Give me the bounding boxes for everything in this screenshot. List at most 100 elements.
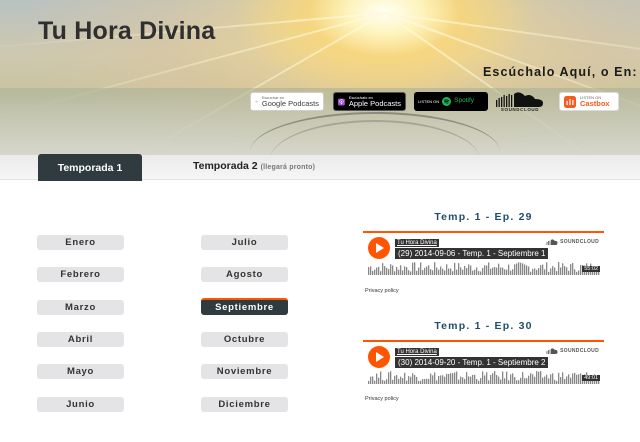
waveform-bar	[412, 373, 414, 384]
waveform-bar	[518, 262, 520, 275]
waveform-bar	[402, 270, 404, 275]
waveform-bar	[484, 265, 486, 275]
waveform-bar	[512, 373, 514, 384]
waveform-bar	[420, 380, 422, 384]
waveform-bar	[552, 373, 554, 384]
waveform-bar	[482, 371, 484, 384]
waveform-bar	[468, 376, 470, 384]
waveform[interactable]	[368, 261, 601, 275]
month-button-octubre[interactable]: Octubre	[201, 332, 288, 347]
player-brand: SOUNDCLOUD	[560, 348, 599, 354]
waveform-bar	[486, 265, 488, 275]
waveform-bar	[404, 372, 406, 384]
tab-temporada-2[interactable]: Temporada 2 (llegará pronto)	[193, 160, 315, 172]
waveform-bar	[450, 373, 452, 384]
waveform-bar	[406, 380, 408, 384]
soundcloud-player: Tu Hora Divina (30) 2014-09-20 - Temp. 1…	[363, 340, 604, 385]
waveform-bar	[554, 267, 556, 275]
waveform-bar	[566, 267, 568, 275]
waveform-bar	[412, 262, 414, 275]
waveform-bar	[548, 378, 550, 384]
month-button-noviembre[interactable]: Noviembre	[201, 364, 288, 379]
waveform-bar	[580, 373, 582, 384]
soundcloud-badge[interactable]: SOUNDCLOUD	[494, 90, 546, 113]
waveform-bar	[414, 375, 416, 384]
waveform-bar	[472, 270, 474, 275]
waveform-bar	[574, 372, 576, 384]
waveform-bar	[494, 267, 496, 275]
waveform-bar	[480, 271, 482, 275]
month-button-abril[interactable]: Abril	[37, 332, 124, 347]
month-button-mayo[interactable]: Mayo	[37, 364, 124, 379]
waveform-bar	[380, 371, 382, 384]
tab-temporada-1[interactable]: Temporada 1	[38, 154, 142, 181]
waveform-bar	[448, 268, 450, 275]
waveform-bar	[494, 371, 496, 384]
tab-label: Temporada 2	[193, 160, 258, 172]
month-button-diciembre[interactable]: Diciembre	[201, 397, 288, 412]
waveform-bar	[472, 374, 474, 384]
waveform-bar	[498, 263, 500, 275]
player-soundcloud-logo[interactable]: SOUNDCLOUD	[546, 348, 599, 354]
month-button-septiembre[interactable]: Septiembre	[201, 298, 288, 315]
waveform-bar	[478, 271, 480, 275]
spotify-badge[interactable]: LISTEN ON Spotify	[414, 92, 488, 111]
waveform[interactable]	[368, 370, 601, 384]
waveform-bar	[526, 265, 528, 275]
month-button-enero[interactable]: Enero	[37, 235, 124, 250]
player-soundcloud-logo[interactable]: SOUNDCLOUD	[546, 239, 599, 245]
waveform-bar	[438, 375, 440, 384]
play-button[interactable]	[368, 346, 390, 368]
badge-big-text: Spotify	[454, 97, 474, 105]
play-button[interactable]	[368, 237, 390, 259]
waveform-bar	[468, 264, 470, 275]
spotify-icon	[442, 97, 452, 106]
waveform-bar	[516, 263, 518, 275]
month-button-febrero[interactable]: Febrero	[37, 267, 124, 282]
waveform-bar	[562, 263, 564, 275]
waveform-bar	[408, 376, 410, 384]
waveform-bar	[510, 270, 512, 275]
waveform-bar	[504, 269, 506, 275]
waveform-bar	[436, 380, 438, 384]
waveform-bar	[430, 269, 432, 275]
waveform-bar	[436, 267, 438, 275]
waveform-bar	[376, 267, 378, 275]
month-button-agosto[interactable]: Agosto	[201, 267, 288, 282]
sun-ray	[384, 12, 640, 73]
waveform-bar	[368, 380, 370, 384]
player-track-title[interactable]: (30) 2014-09-20 - Temp. 1 - Septiembre 2	[395, 357, 549, 368]
waveform-bar	[544, 376, 546, 384]
apple-podcasts-badge[interactable]: Escúchalo en Apple Podcasts	[333, 92, 406, 111]
month-button-julio[interactable]: Julio	[201, 235, 288, 250]
waveform-bar	[502, 267, 504, 275]
soundcloud-player: Tu Hora Divina (29) 2014-09-06 - Temp. 1…	[363, 231, 604, 276]
castbox-badge[interactable]: LISTEN ON Castbox	[559, 92, 619, 111]
listen-heading: Escúchalo Aquí, o En:	[483, 65, 638, 79]
waveform-bar	[460, 376, 462, 384]
privacy-policy-link[interactable]: Privacy policy	[365, 288, 399, 294]
privacy-policy-link[interactable]: Privacy policy	[365, 396, 399, 402]
site-title: Tu Hora Divina	[38, 17, 216, 45]
waveform-bar	[478, 380, 480, 384]
waveform-bar	[568, 374, 570, 384]
player-user-link[interactable]: Tu Hora Divina	[395, 239, 439, 247]
player-track-title[interactable]: (29) 2014-09-06 - Temp. 1 - Septiembre 1	[395, 248, 549, 259]
waveform-bar	[384, 380, 386, 384]
google-podcasts-badge[interactable]: Escuchar en Google Podcasts	[250, 92, 324, 111]
waveform-bar	[384, 266, 386, 275]
month-button-junio[interactable]: Junio	[37, 397, 124, 412]
waveform-bar	[524, 378, 526, 384]
episode-heading: Temp. 1 - Ep. 29	[434, 211, 533, 223]
player-user-link[interactable]: Tu Hora Divina	[395, 348, 439, 356]
track-duration: 49:01	[582, 375, 600, 381]
month-button-marzo[interactable]: Marzo	[37, 300, 124, 315]
waveform-bar	[570, 377, 572, 384]
waveform-bar	[434, 372, 436, 384]
waveform-bar	[410, 271, 412, 275]
waveform-bar	[370, 376, 372, 384]
waveform-bar	[520, 262, 522, 275]
waveform-bar	[576, 374, 578, 384]
waveform-bar	[446, 264, 448, 275]
waveform-bar	[448, 374, 450, 384]
